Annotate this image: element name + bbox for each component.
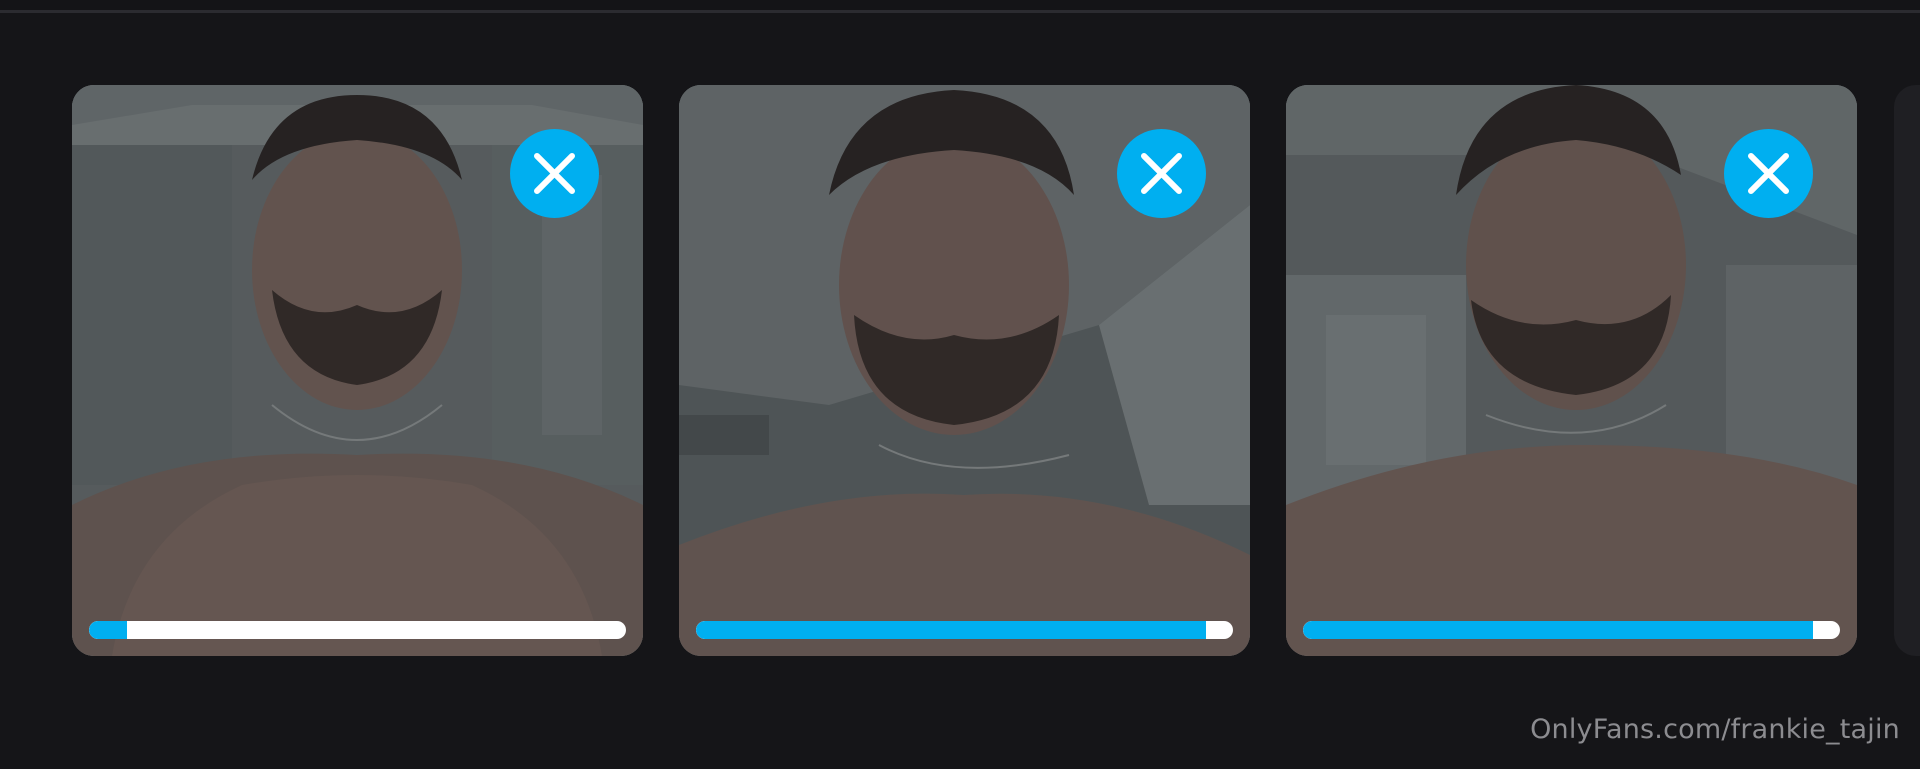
remove-button[interactable] <box>1724 129 1813 218</box>
top-bar <box>0 0 1920 13</box>
close-icon <box>1724 129 1813 218</box>
upload-progress-bar <box>89 621 626 639</box>
upload-preview-strip <box>0 85 1920 656</box>
upload-card <box>72 85 643 656</box>
upload-card-partial[interactable] <box>1894 85 1920 656</box>
upload-card <box>679 85 1250 656</box>
upload-progress-bar <box>1303 621 1840 639</box>
close-icon <box>1117 129 1206 218</box>
close-icon <box>510 129 599 218</box>
watermark-text: OnlyFans.com/frankie_tajin <box>1530 714 1900 745</box>
upload-progress-fill <box>696 621 1207 639</box>
upload-progress-fill <box>89 621 127 639</box>
upload-progress-fill <box>1303 621 1814 639</box>
upload-card <box>1286 85 1857 656</box>
upload-progress-bar <box>696 621 1233 639</box>
remove-button[interactable] <box>510 129 599 218</box>
remove-button[interactable] <box>1117 129 1206 218</box>
